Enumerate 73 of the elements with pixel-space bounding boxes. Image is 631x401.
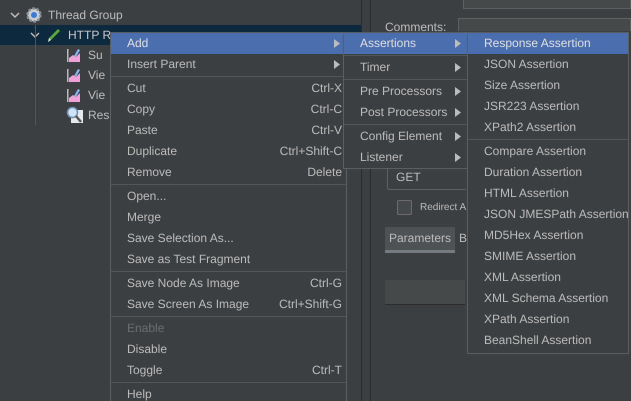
shortcut-label: Delete [307, 164, 342, 181]
pencil-icon [46, 27, 62, 43]
comments-label: Comments: [385, 19, 446, 34]
menu-item[interactable]: Help [111, 384, 346, 401]
magnifier-icon [66, 106, 84, 124]
shortcut-label: Ctrl-C [310, 101, 342, 118]
menu-item[interactable]: Add [111, 33, 346, 54]
menu-item[interactable]: Open... [111, 186, 346, 207]
submenu-arrow-icon [455, 153, 461, 162]
menu-item[interactable]: Compare Assertion [468, 141, 628, 162]
menu-item[interactable]: Cut Ctrl-X [111, 78, 346, 99]
menu-item[interactable]: Save Selection As... [111, 228, 346, 249]
menu-item[interactable]: Save Screen As Image Ctrl+Shift-G [111, 294, 346, 315]
submenu-arrow-icon [455, 132, 461, 141]
menu-item[interactable]: MD5Hex Assertion [468, 225, 628, 246]
tree-item-label[interactable]: Thread Group [48, 8, 123, 22]
menu-item[interactable]: HTML Assertion [468, 183, 628, 204]
menu-item[interactable]: JSR223 Assertion [468, 96, 628, 117]
menu-item[interactable]: Toggle Ctrl-T [111, 360, 346, 381]
submenu-arrow-icon [455, 108, 461, 117]
menu-item[interactable]: Save Node As Image Ctrl-G [111, 273, 346, 294]
tree-item-label[interactable]: Vie [88, 88, 106, 102]
menu-item[interactable]: Disable [111, 339, 346, 360]
shortcut-label: Ctrl-X [311, 80, 342, 97]
submenu-arrow-icon [455, 87, 461, 96]
menu-item[interactable]: XPath2 Assertion [468, 117, 628, 138]
chart-icon [66, 47, 82, 63]
tree-item-label[interactable]: Res [88, 108, 110, 122]
menu-item[interactable]: Paste Ctrl-V [111, 120, 346, 141]
menu-item[interactable]: JSON Assertion [468, 54, 628, 75]
menu-item[interactable]: Size Assertion [468, 75, 628, 96]
shortcut-label: Ctrl-T [312, 362, 342, 379]
shortcut-label: Ctrl-V [311, 122, 342, 139]
shortcut-label: Ctrl+Shift-G [278, 296, 342, 313]
checkbox-label: Redirect A [420, 202, 466, 213]
shortcut-label: Ctrl-G [310, 275, 342, 292]
menu-item[interactable]: SMIME Assertion [468, 246, 628, 267]
menu-item[interactable]: Remove Delete [111, 162, 346, 183]
menu-item[interactable]: JSON JMESPath Assertion [468, 204, 628, 225]
submenu-arrow-icon [334, 39, 340, 48]
menu-item[interactable]: Duplicate Ctrl+Shift-C [111, 141, 346, 162]
menu-item[interactable]: XML Schema Assertion [468, 288, 628, 309]
menu-item[interactable]: Merge [111, 207, 346, 228]
comments-field[interactable] [458, 18, 631, 31]
submenu-arrow-icon [455, 39, 461, 48]
gear-icon [26, 7, 42, 23]
tab[interactable]: B [455, 227, 468, 250]
menu-item[interactable]: XML Assertion [468, 267, 628, 288]
tree-item-label[interactable]: Su [88, 48, 103, 62]
tree-item-label[interactable]: HTTP R [68, 28, 112, 42]
shortcut-label: Ctrl+Shift-C [280, 143, 342, 160]
menu-item[interactable]: BeanShell Assertion [468, 330, 628, 351]
menu-item[interactable]: Copy Ctrl-C [111, 99, 346, 120]
chart-icon [66, 67, 82, 83]
menu-item[interactable]: Post Processors [344, 102, 467, 123]
menu-item[interactable]: Assertions [344, 33, 467, 54]
chevron-icon[interactable] [30, 30, 40, 40]
menu-item[interactable]: Pre Processors [344, 81, 467, 102]
tree-item-label[interactable]: Vie [88, 68, 106, 82]
tab[interactable]: Parameters [385, 227, 456, 253]
menu-item[interactable]: Insert Parent [111, 54, 346, 75]
submenu-arrow-icon [455, 63, 461, 72]
menu-item[interactable]: Duration Assertion [468, 162, 628, 183]
menu-item[interactable]: XPath Assertion [468, 309, 628, 330]
menu-item[interactable]: Save as Test Fragment [111, 249, 346, 270]
name-field[interactable] [463, 0, 631, 9]
chevron-icon[interactable] [10, 10, 20, 20]
submenu-arrow-icon [334, 60, 340, 69]
menu-item[interactable]: Timer [344, 57, 467, 78]
checkbox[interactable] [397, 200, 412, 215]
chart-icon [66, 87, 82, 103]
menu-item[interactable]: Response Assertion [468, 33, 628, 54]
menu-item[interactable]: Config Element [344, 126, 467, 147]
